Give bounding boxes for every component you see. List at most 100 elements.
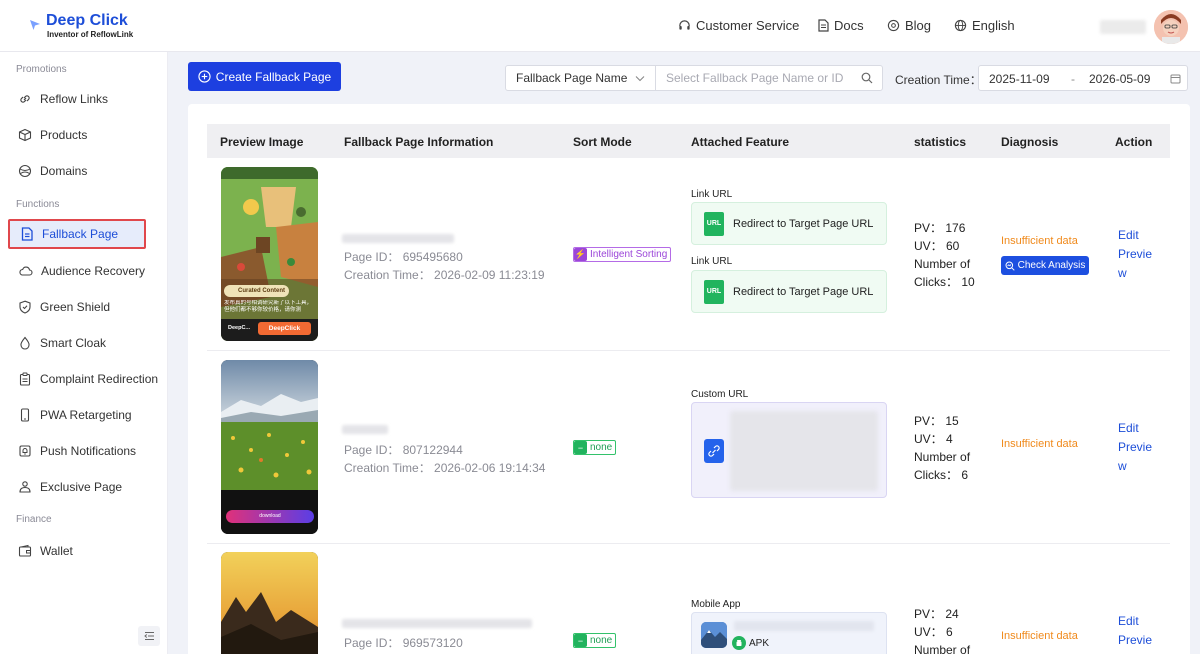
- sidebar-item-wallet[interactable]: Wallet: [8, 536, 160, 566]
- logo-cursor-icon: [30, 20, 40, 30]
- language-label: English: [972, 18, 1015, 33]
- sidebar-item-products[interactable]: Products: [8, 120, 160, 150]
- preview-thumbnail[interactable]: [221, 552, 318, 654]
- col-attached-feature: Attached Feature: [691, 135, 790, 149]
- page-name-redacted: [342, 234, 454, 243]
- preview-link-wrap[interactable]: w: [1118, 457, 1152, 476]
- username-redacted: [1100, 20, 1146, 34]
- nav-docs[interactable]: Docs: [818, 18, 864, 33]
- table-panel: [188, 104, 1190, 654]
- nav-docs-label: Docs: [834, 18, 864, 33]
- section-finance: Finance: [16, 514, 52, 525]
- apk-badge: APK: [732, 636, 769, 650]
- sidebar-item-label: Products: [40, 128, 88, 142]
- feature-link-card[interactable]: URL Redirect to Target Page URL: [691, 202, 887, 245]
- page-icon: [21, 227, 33, 241]
- date-start[interactable]: 2025-11-09: [989, 72, 1050, 86]
- sidebar-item-push-notifications[interactable]: Push Notifications: [8, 436, 160, 466]
- edit-link[interactable]: Edit: [1118, 612, 1152, 631]
- collapse-sidebar-button[interactable]: [138, 626, 160, 646]
- plus-circle-icon: [198, 70, 211, 83]
- sidebar: Promotions Reflow Links Products Domains…: [0, 52, 168, 654]
- feature-mobile-app-card[interactable]: APK: [691, 612, 887, 654]
- col-action: Action: [1115, 135, 1153, 149]
- feature-title: Mobile App: [691, 599, 741, 610]
- check-analysis-button[interactable]: Check Analysis: [1001, 256, 1089, 275]
- sort-mode-badge: − none: [573, 633, 617, 648]
- sidebar-item-label: Fallback Page: [42, 227, 119, 241]
- preview-link-wrap[interactable]: w: [1118, 264, 1152, 283]
- preview-link[interactable]: Previe: [1118, 438, 1152, 457]
- bell-icon: [19, 445, 31, 457]
- creation-time: Creation Time： 2026-02-06 19:14:34: [344, 461, 546, 475]
- shield-icon: [19, 300, 31, 314]
- page-id: Page ID： 969573120: [344, 636, 463, 650]
- logo-title: Deep Click: [46, 12, 128, 29]
- stat-uv: UV： 6: [914, 625, 953, 639]
- link-icon: [20, 95, 30, 103]
- sidebar-item-pwa-retargeting[interactable]: PWA Retargeting: [8, 400, 160, 430]
- sidebar-item-smart-cloak[interactable]: Smart Cloak: [8, 328, 160, 358]
- row-divider: [207, 350, 1170, 351]
- landscape-preview-image: [221, 360, 318, 534]
- logo-subtitle: Inventor of ReflowLink: [47, 30, 134, 39]
- nav-customer-service[interactable]: Customer Service: [678, 18, 799, 33]
- section-functions: Functions: [16, 199, 60, 210]
- date-end[interactable]: 2026-05-09: [1089, 72, 1150, 86]
- headset-icon: [679, 20, 690, 30]
- sidebar-item-label: Reflow Links: [40, 92, 109, 106]
- feature-custom-url-card[interactable]: [691, 402, 887, 498]
- language-selector[interactable]: English: [954, 18, 1015, 33]
- statistics: PV： 24 UV： 6 Number of: [914, 605, 970, 654]
- nav-blog-label: Blog: [905, 18, 932, 33]
- sidebar-item-complaint-redirection[interactable]: Complaint Redirection: [8, 364, 160, 394]
- thumbnail-caption: 发布真的号相调研究新了以下工具，但他们都不够你较价格，请你测: [224, 300, 313, 313]
- create-fallback-page-label: Create Fallback Page: [215, 69, 332, 84]
- curated-content-badge: Curated Content: [224, 285, 289, 297]
- feature-link-label: Redirect to Target Page URL: [733, 285, 874, 298]
- globe-icon: [954, 19, 967, 32]
- edit-link[interactable]: Edit: [1118, 419, 1152, 438]
- globe-icon: [18, 164, 32, 178]
- search-icon[interactable]: [861, 72, 873, 84]
- sort-mode-label: none: [590, 635, 613, 646]
- sidebar-item-label: Complaint Redirection: [40, 372, 159, 386]
- phone-icon: [20, 408, 30, 422]
- chevron-down-icon: [635, 76, 645, 82]
- col-sort-mode: Sort Mode: [573, 135, 632, 149]
- sort-mode-label: Intelligent Sorting: [590, 249, 668, 260]
- preview-thumbnail[interactable]: Curated Content 发布真的号相调研究新了以下工具，但他们都不够你较…: [221, 167, 318, 341]
- stat-clicks: Clicks： 10: [914, 275, 975, 289]
- preview-thumbnail[interactable]: download: [221, 360, 318, 534]
- preview-link[interactable]: Previe: [1118, 245, 1152, 264]
- date-range-picker[interactable]: 2025-11-09 - 2026-05-09: [978, 65, 1188, 91]
- drop-icon: [20, 336, 30, 350]
- col-statistics: statistics: [914, 135, 967, 149]
- sidebar-item-fallback-page[interactable]: Fallback Page: [8, 219, 146, 249]
- feature-link-card[interactable]: URL Redirect to Target Page URL: [691, 270, 887, 313]
- sidebar-item-green-shield[interactable]: Green Shield: [8, 292, 160, 322]
- collapse-icon: [143, 632, 154, 640]
- filter-field-select[interactable]: Fallback Page Name: [505, 65, 656, 91]
- sidebar-item-audience-recovery[interactable]: Audience Recovery: [8, 256, 160, 286]
- row-actions: Edit Previe: [1118, 612, 1152, 650]
- sidebar-item-domains[interactable]: Domains: [8, 156, 160, 186]
- feature-title: Link URL: [691, 189, 733, 200]
- stat-pv: PV： 24: [914, 607, 959, 621]
- calendar-icon: [1170, 74, 1181, 84]
- edit-link[interactable]: Edit: [1118, 226, 1152, 245]
- url-file-icon: URL: [704, 279, 724, 304]
- create-fallback-page-button[interactable]: Create Fallback Page: [188, 62, 341, 91]
- avatar[interactable]: [1154, 10, 1188, 44]
- stat-clicks: Clicks： 6: [914, 468, 969, 482]
- sidebar-item-label: Wallet: [40, 544, 73, 558]
- sidebar-item-reflow-links[interactable]: Reflow Links: [8, 84, 160, 114]
- sidebar-item-exclusive-page[interactable]: Exclusive Page: [8, 472, 160, 502]
- page-id: Page ID： 695495680: [344, 250, 463, 264]
- nav-blog[interactable]: Blog: [887, 18, 931, 33]
- sort-mode-badge: − none: [573, 440, 617, 455]
- preview-link[interactable]: Previe: [1118, 631, 1152, 650]
- nav-customer-service-label: Customer Service: [696, 18, 800, 33]
- stat-clicks-label: Number of: [914, 450, 971, 464]
- search-input[interactable]: [655, 65, 883, 91]
